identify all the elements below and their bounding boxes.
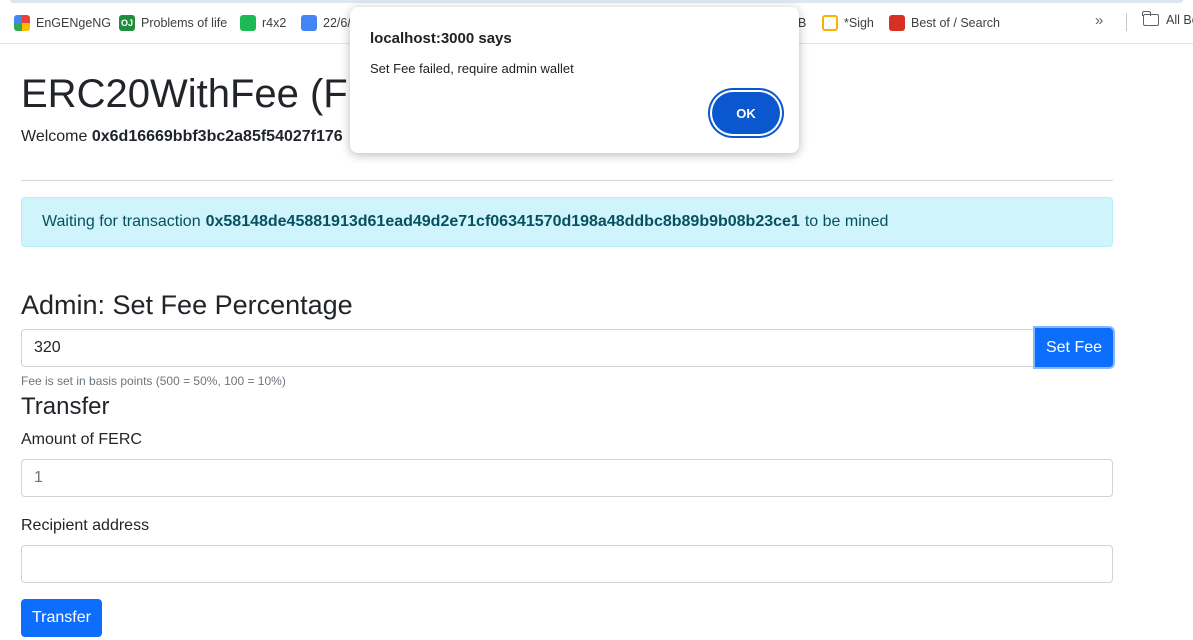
welcome-prefix: Welcome (21, 128, 88, 145)
bookmark-22-6[interactable]: 22/6/ (301, 13, 351, 33)
bookmark-engeng[interactable]: EnGENgeNG (14, 13, 111, 33)
bookmark-label: EnGENgeNG (36, 16, 112, 30)
transaction-hash: 0x58148de45881913d61ead49d2e71cf06341570… (205, 213, 800, 230)
all-bookmarks-button[interactable]: All Bo (1142, 11, 1193, 27)
recipient-label: Recipient address (21, 517, 150, 534)
bookmarks-overflow-icon[interactable]: » (1095, 12, 1103, 29)
bookmark-label: 22/6/ (323, 16, 351, 30)
ok-button[interactable]: OK (712, 92, 780, 134)
oj-icon: OJ (119, 15, 135, 31)
divider (21, 180, 1113, 181)
welcome-line: Welcome 0x6d16669bbf3bc2a85f54027f176 (21, 127, 343, 147)
bookmark-label: B (798, 16, 807, 30)
transfer-button[interactable]: Transfer (21, 599, 102, 637)
bookmark-problems-of-life[interactable]: OJ Problems of life (119, 13, 227, 33)
page-title: ERC20WithFee (FE (21, 72, 375, 116)
amount-label: Amount of FERC (21, 431, 142, 448)
set-fee-button[interactable]: Set Fee (1035, 328, 1113, 367)
alert-suffix: to be mined (804, 213, 889, 230)
transaction-alert: Waiting for transaction 0x58148de4588191… (21, 197, 1113, 247)
folder-icon (1142, 11, 1159, 26)
all-bookmarks-label: All Bo (1166, 13, 1193, 27)
engeng-icon (14, 15, 30, 31)
bookmark-label: Problems of life (141, 16, 228, 30)
wallet-address: 0x6d16669bbf3bc2a85f54027f176 (91, 128, 343, 145)
bookmark-label: *Sigh (844, 16, 874, 30)
alert-dialog: localhost:3000 says Set Fee failed, requ… (350, 7, 799, 153)
best-of-icon (889, 15, 905, 31)
bookmark-r4x2[interactable]: r4x2 (240, 13, 286, 33)
fee-input[interactable] (21, 329, 1037, 367)
bookmark-label: Best of / Search (911, 16, 1000, 30)
recipient-input[interactable] (21, 545, 1113, 583)
admin-heading: Admin: Set Fee Percentage (21, 290, 353, 320)
transfer-heading: Transfer (21, 393, 110, 420)
dialog-title: localhost:3000 says (370, 30, 512, 47)
bookmark-best-of-search[interactable]: Best of / Search (889, 13, 1000, 33)
fee-hint: Fee is set in basis points (500 = 50%, 1… (21, 374, 286, 388)
spotify-icon (240, 15, 256, 31)
sigh-icon (822, 15, 838, 31)
bookmarks-divider (1126, 13, 1127, 31)
dialog-message: Set Fee failed, require admin wallet (370, 61, 574, 76)
doc-icon (301, 15, 317, 31)
bookmark-b[interactable]: B (798, 13, 806, 33)
bookmark-sigh[interactable]: *Sigh (822, 13, 874, 33)
amount-input[interactable] (21, 459, 1113, 497)
alert-prefix: Waiting for transaction (42, 213, 201, 230)
bookmark-label: r4x2 (262, 16, 287, 30)
